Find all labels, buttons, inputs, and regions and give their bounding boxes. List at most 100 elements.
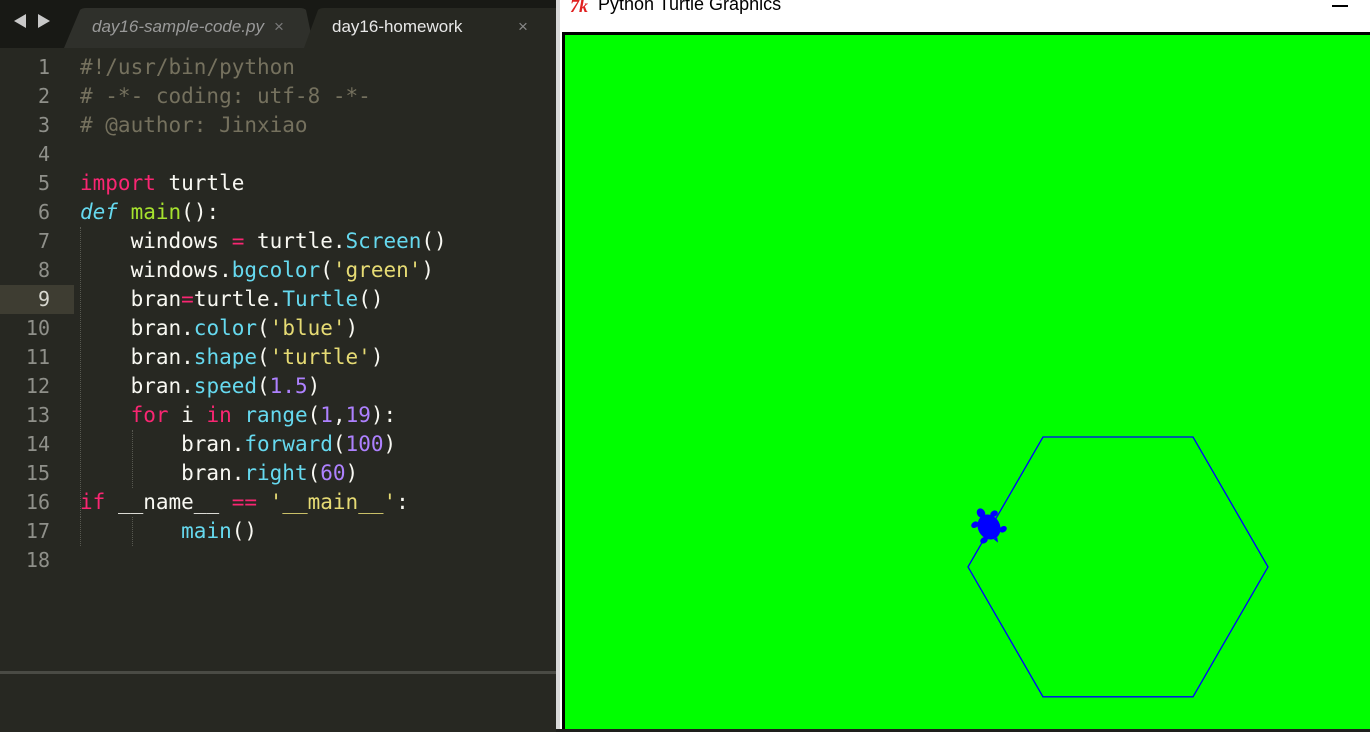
code-token: for: [130, 403, 169, 427]
code-text: bran=turtle.Turtle(): [80, 285, 384, 314]
code-token: turtle: [155, 171, 245, 195]
code-token: bran: [80, 287, 182, 311]
code-token: (: [257, 316, 270, 340]
code-token: bgcolor: [231, 258, 321, 282]
code-token: (: [257, 345, 270, 369]
code-token: main: [130, 200, 182, 224]
canvas-background: [565, 35, 1370, 729]
code-line[interactable]: 6 def main():: [0, 198, 556, 227]
tab-label: day16-sample-code.py: [92, 17, 264, 36]
line-number: 3: [37, 113, 50, 137]
window-titlebar[interactable]: 7k Python Turtle Graphics: [560, 0, 1370, 28]
code-line[interactable]: 7 windows = turtle.Screen(): [0, 227, 556, 256]
code-token: 19: [345, 403, 371, 427]
code-token: :: [396, 490, 409, 514]
code-text: # @author: Jinxiao: [80, 111, 308, 140]
code-token: '__main__': [269, 490, 397, 514]
code-editor[interactable]: day16-sample-code.py × day16-homework × …: [0, 0, 556, 732]
line-number: 4: [37, 142, 50, 166]
line-number: 9: [37, 287, 50, 311]
code-token: range: [244, 403, 308, 427]
line-number: 7: [37, 229, 50, 253]
code-line[interactable]: 1 #!/usr/bin/python: [0, 53, 556, 82]
code-line[interactable]: 16 if __name__ == '__main__':: [0, 488, 556, 517]
code-line[interactable]: 8 windows.bgcolor('green'): [0, 256, 556, 285]
close-tab-icon[interactable]: ×: [274, 17, 284, 37]
code-token: speed: [193, 374, 258, 398]
code-line[interactable]: 14 bran.forward(100): [0, 430, 556, 459]
code-token: #!/usr/bin/python: [80, 55, 295, 79]
code-token: bran.: [80, 374, 194, 398]
code-text: bran.shape('turtle'): [80, 343, 384, 372]
code-text: windows.bgcolor('green'): [80, 256, 435, 285]
code-line[interactable]: 11 bran.shape('turtle'): [0, 343, 556, 372]
code-line[interactable]: 2 # -*- coding: utf-8 -*-: [0, 82, 556, 111]
code-token: ): [307, 374, 321, 398]
code-token: def: [80, 200, 118, 224]
code-line[interactable]: 12 bran.speed(1.5): [0, 372, 556, 401]
tab-day16-sample-code[interactable]: day16-sample-code.py ×: [64, 8, 314, 48]
code-token: if: [80, 490, 106, 514]
line-number: 15: [25, 461, 50, 485]
code-line[interactable]: 17 main(): [0, 517, 556, 546]
code-text: bran.speed(1.5): [80, 372, 321, 401]
code-token: (: [257, 374, 270, 398]
nav-back-icon[interactable]: [14, 14, 26, 28]
line-number: 17: [25, 519, 50, 543]
code-token: 1: [320, 403, 333, 427]
code-token: bran.: [80, 316, 194, 340]
line-number: 13: [25, 403, 50, 427]
code-token: color: [193, 316, 258, 340]
code-text: def main():: [80, 198, 219, 227]
turtle-canvas[interactable]: [565, 35, 1370, 729]
canvas-frame: [562, 32, 1370, 729]
code-text: main(): [80, 517, 257, 546]
tab-day16-homework[interactable]: day16-homework ×: [304, 8, 556, 48]
window-title: Python Turtle Graphics: [598, 0, 782, 14]
tab-bar: day16-sample-code.py × day16-homework ×: [0, 0, 556, 48]
code-line[interactable]: 18: [0, 546, 556, 575]
code-token: windows: [80, 229, 232, 253]
code-line[interactable]: 9 bran=turtle.Turtle(): [0, 285, 556, 314]
code-line[interactable]: 15 bran.right(60): [0, 459, 556, 488]
code-token: ): [421, 258, 435, 282]
line-number: 12: [25, 374, 50, 398]
code-token: 'green': [332, 258, 422, 282]
code-token: main: [181, 519, 232, 543]
code-token: Turtle: [282, 287, 359, 311]
code-token: 'turtle': [269, 345, 371, 369]
code-token: turtle.: [244, 229, 346, 253]
nav-forward-icon[interactable]: [38, 14, 50, 28]
code-area[interactable]: 1 #!/usr/bin/python 2 # -*- coding: utf-8 -…: [0, 53, 556, 653]
code-line[interactable]: 4: [0, 140, 556, 169]
code-token: (: [307, 403, 321, 427]
code-text: for i in range(1,19):: [80, 401, 397, 430]
code-token: =: [181, 287, 194, 311]
code-token: ): [383, 432, 397, 456]
code-token: (: [307, 461, 321, 485]
code-token: right: [244, 461, 308, 485]
code-token: (: [320, 258, 333, 282]
code-line[interactable]: 13 for i in range(1,19):: [0, 401, 556, 430]
code-text: import turtle: [80, 169, 244, 198]
code-line[interactable]: 5 import turtle: [0, 169, 556, 198]
code-token: 1.5: [269, 374, 308, 398]
code-token: (: [332, 432, 346, 456]
code-line[interactable]: 10 bran.color('blue'): [0, 314, 556, 343]
turtle-graphics-window[interactable]: 7k Python Turtle Graphics: [560, 0, 1370, 729]
code-token: 60: [320, 461, 346, 485]
python-logo-icon: 7k: [570, 0, 588, 16]
code-text: #!/usr/bin/python: [80, 53, 295, 82]
code-token: 'blue': [269, 316, 346, 340]
close-tab-icon[interactable]: ×: [518, 17, 528, 37]
code-line[interactable]: 3 # @author: Jinxiao: [0, 111, 556, 140]
console-panel[interactable]: [0, 671, 556, 732]
minimize-icon[interactable]: [1332, 5, 1348, 7]
code-token: (): [421, 229, 447, 253]
code-token: ): [370, 345, 384, 369]
line-number: 8: [37, 258, 50, 282]
